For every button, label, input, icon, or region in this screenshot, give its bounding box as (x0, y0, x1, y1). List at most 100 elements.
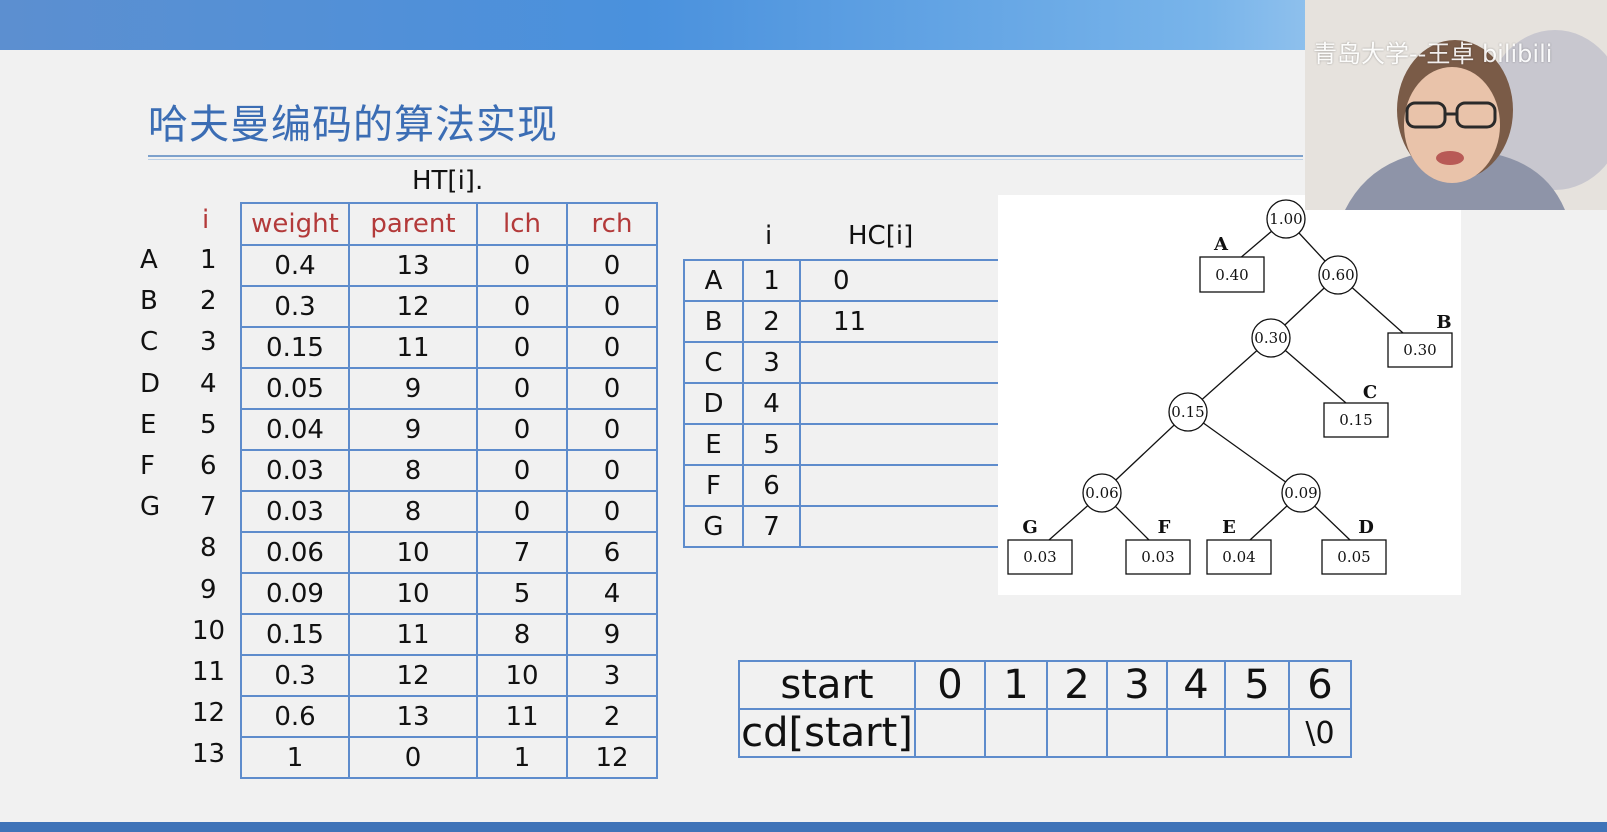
ht-row-index: 5 (200, 409, 217, 440)
tree-node-015: 0.15 (1171, 403, 1204, 421)
ht-cell-weight: 1 (240, 736, 350, 779)
bottom-banner (0, 822, 1607, 832)
tree-leaf-f-value: 0.03 (1141, 548, 1174, 566)
ht-cell-weight: 0.03 (240, 490, 350, 533)
hc-cell-code (799, 505, 1000, 548)
ht-cell-parent: 13 (348, 244, 478, 287)
cd-index-row: start 0 1 2 3 4 5 6 (738, 660, 1352, 710)
tree-leaf-f-label: F (1158, 517, 1171, 538)
ht-cell-rch: 0 (566, 490, 658, 533)
ht-cell-rch: 0 (566, 408, 658, 451)
ht-cell-rch: 6 (566, 531, 658, 574)
ht-cell-parent: 0 (348, 736, 478, 779)
cd-table: start 0 1 2 3 4 5 6 cd[start] \0 (738, 660, 1352, 758)
hc-cell-code (799, 382, 1000, 425)
hc-cell-code (799, 464, 1000, 507)
ht-cell-parent: 9 (348, 367, 478, 410)
hc-row: G7 (683, 505, 1000, 548)
ht-index-header: i (202, 205, 210, 235)
ht-row: 0.09 10 5 4 (240, 572, 658, 615)
ht-table: weight parent lch rch 0.4 13 0 0 0.3 12 0 0 0.15… (240, 202, 658, 779)
ht-row-letter: A (140, 245, 158, 275)
ht-cell-rch: 0 (566, 326, 658, 369)
ht-row-index: 10 (192, 615, 226, 646)
tree-leaf-e-value: 0.04 (1222, 548, 1255, 566)
ht-row-index: 9 (200, 574, 217, 605)
hc-header-code: HC[i] (848, 221, 914, 251)
ht-cell-weight: 0.3 (240, 285, 350, 328)
tree-leaf-b-value: 0.30 (1403, 341, 1436, 359)
cd-index-1: 1 (984, 660, 1048, 710)
hc-cell-i: 2 (742, 300, 801, 343)
tree-node-009: 0.09 (1284, 484, 1317, 502)
bilibili-watermark: 青岛大学--王卓 bilibili (1313, 40, 1553, 68)
ht-header-row: weight parent lch rch (240, 202, 658, 246)
hc-row: E5 (683, 423, 1000, 466)
slide-title: 哈夫曼编码的算法实现 (148, 102, 558, 148)
ht-row-letter: E (140, 409, 157, 440)
ht-cell-rch: 2 (566, 695, 658, 738)
ht-cell-parent: 11 (348, 326, 478, 369)
ht-cell-lch: 0 (476, 244, 568, 287)
tree-leaf-a-label: A (1213, 234, 1229, 255)
cd-value-4 (1166, 708, 1226, 758)
ht-cell-weight: 0.15 (240, 326, 350, 369)
ht-row-letter: G (140, 492, 161, 523)
ht-cell-parent: 12 (348, 654, 478, 697)
cd-value-1 (984, 708, 1048, 758)
tree-node-030: 0.30 (1254, 329, 1287, 347)
ht-cell-lch: 7 (476, 531, 568, 574)
hc-table: A 1 0 B 2 11 C 3 D 4 E 5 F 6 G 7 (683, 259, 1000, 548)
ht-row: 0.03 8 0 0 (240, 490, 658, 533)
ht-cell-weight: 0.04 (240, 408, 350, 451)
hc-cell-letter: C (683, 341, 744, 384)
ht-row: 0.6 13 11 2 (240, 695, 658, 738)
hc-row: F6 (683, 464, 1000, 507)
ht-cell-weight: 0.3 (240, 654, 350, 697)
hc-cell-letter: E (683, 423, 744, 466)
cd-index-0: 0 (914, 660, 986, 710)
ht-row-letter: F (140, 451, 155, 481)
ht-cell-weight: 0.06 (240, 531, 350, 574)
ht-cell-lch: 0 (476, 285, 568, 328)
hc-cell-code (799, 423, 1000, 466)
cd-values-label: cd[start] (738, 708, 916, 758)
tree-leaf-b-label: B (1436, 312, 1451, 333)
hc-cell-letter: F (683, 464, 744, 507)
cd-value-2 (1046, 708, 1108, 758)
tree-leaf-g-value: 0.03 (1023, 548, 1056, 566)
ht-cell-lch: 8 (476, 613, 568, 656)
hc-cell-i: 6 (742, 464, 801, 507)
tree-leaf-d-label: D (1358, 517, 1374, 538)
cd-value-row: cd[start] \0 (738, 708, 1352, 758)
tree-leaf-c-label: C (1363, 382, 1377, 403)
hc-cell-i: 3 (742, 341, 801, 384)
ht-cell-lch: 0 (476, 367, 568, 410)
hc-cell-code: 0 (799, 259, 1000, 302)
ht-header-lch: lch (476, 202, 568, 246)
ht-cell-parent: 9 (348, 408, 478, 451)
ht-header-weight: weight (240, 202, 350, 246)
cd-value-5 (1224, 708, 1290, 758)
presenter-video (1305, 0, 1607, 210)
hc-row: B 2 11 (683, 300, 1000, 343)
ht-cell-lch: 1 (476, 736, 568, 779)
ht-row: 0.15 11 8 9 (240, 613, 658, 656)
ht-row-index: 4 (200, 368, 217, 399)
ht-row-index: 6 (200, 451, 217, 481)
ht-cell-lch: 0 (476, 326, 568, 369)
hc-row: C3 (683, 341, 1000, 384)
ht-cell-rch: 9 (566, 613, 658, 656)
ht-cell-weight: 0.4 (240, 244, 350, 287)
ht-row-letter: B (140, 286, 158, 317)
ht-row: 0.15 11 0 0 (240, 326, 658, 369)
tree-leaf-g-label: G (1022, 517, 1037, 538)
ht-cell-weight: 0.05 (240, 367, 350, 410)
cd-index-6: 6 (1288, 660, 1352, 710)
ht-cell-rch: 12 (566, 736, 658, 779)
ht-cell-parent: 8 (348, 490, 478, 533)
ht-cell-lch: 0 (476, 408, 568, 451)
hc-cell-code (799, 341, 1000, 384)
ht-cell-lch: 5 (476, 572, 568, 615)
ht-cell-lch: 0 (476, 449, 568, 492)
